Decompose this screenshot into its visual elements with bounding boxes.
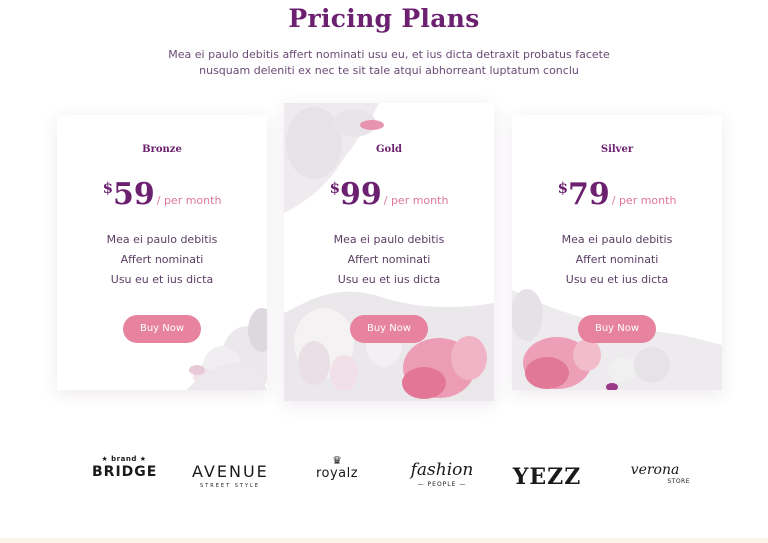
buy-now-button[interactable]: Buy Now [350, 315, 428, 343]
brand-logo-tagline: STORE [667, 478, 690, 485]
crown-icon: ♛ [332, 454, 342, 467]
star-icon: ★ brand ★ [101, 455, 147, 463]
brand-logo-strip: ★ brand ★ BRIDGE AVENUE STREET STYLE ♛ r… [0, 455, 768, 500]
plan-name: Bronze [142, 144, 182, 155]
pricing-card-bronze: Bronze $59/ per month Mea ei paulo debit… [57, 115, 267, 390]
page-subtitle: Mea ei paulo debitis affert nominati usu… [168, 48, 610, 77]
plan-name: Silver [600, 144, 634, 155]
brand-logo-bridge[interactable]: ★ brand ★ BRIDGE [92, 455, 156, 480]
brand-logo-text: YEZZ [512, 464, 582, 490]
page-title: Pricing Plans [288, 4, 480, 33]
feature-item: Mea ei paulo debitis [106, 233, 218, 246]
brand-logo-fashion[interactable]: fashion — PEOPLE — [406, 455, 478, 488]
price-amount: 59 [113, 177, 155, 212]
feature-list: Mea ei paulo debitis Affert nominati Usu… [284, 230, 494, 290]
brand-logo-tagline: STREET STYLE [200, 483, 260, 489]
feature-item: Usu eu et ius dicta [110, 273, 214, 286]
feature-list: Mea ei paulo debitis Affert nominati Usu… [57, 230, 267, 290]
price: $99/ per month [284, 177, 494, 212]
price: $59/ per month [57, 177, 267, 212]
feature-list: Mea ei paulo debitis Affert nominati Usu… [512, 230, 722, 290]
feature-item: Usu eu et ius dicta [337, 273, 441, 286]
plan-name: Gold [375, 144, 402, 155]
brand-logo-text: BRIDGE [92, 464, 158, 480]
buy-now-button[interactable]: Buy Now [123, 315, 201, 343]
currency-symbol: $ [102, 179, 113, 197]
price: $79/ per month [512, 177, 722, 212]
currency-symbol: $ [329, 179, 340, 197]
price-period: / per month [611, 194, 677, 207]
feature-item: Mea ei paulo debitis [333, 233, 445, 246]
feature-item: Affert nominati [347, 253, 431, 266]
price-period: / per month [383, 194, 449, 207]
price-period: / per month [156, 194, 222, 207]
brand-logo-tagline: — PEOPLE — [417, 481, 467, 488]
currency-symbol: $ [557, 179, 568, 197]
footer-edge [0, 538, 768, 543]
feature-item: Mea ei paulo debitis [561, 233, 673, 246]
brand-logo-verona[interactable]: verona STORE [616, 455, 694, 485]
pricing-card-silver: Silver $79/ per month Mea ei paulo debit… [512, 115, 722, 390]
brand-logo-text: fashion [410, 460, 474, 480]
brand-logo-yezz[interactable]: YEZZ [512, 455, 582, 490]
buy-now-button[interactable]: Buy Now [578, 315, 656, 343]
feature-item: Affert nominati [575, 253, 659, 266]
pricing-card-gold: Gold $99/ per month Mea ei paulo debitis… [284, 103, 494, 401]
feature-item: Usu eu et ius dicta [565, 273, 669, 286]
brand-logo-royalz[interactable]: ♛ royalz [310, 455, 364, 481]
price-amount: 99 [340, 177, 382, 212]
brand-logo-text: royalz [315, 466, 359, 481]
brand-logo-text: AVENUE [192, 462, 269, 481]
price-amount: 79 [568, 177, 610, 212]
brand-logo-avenue[interactable]: AVENUE STREET STYLE [192, 455, 268, 489]
feature-item: Affert nominati [120, 253, 204, 266]
brand-logo-text: verona [630, 462, 680, 478]
